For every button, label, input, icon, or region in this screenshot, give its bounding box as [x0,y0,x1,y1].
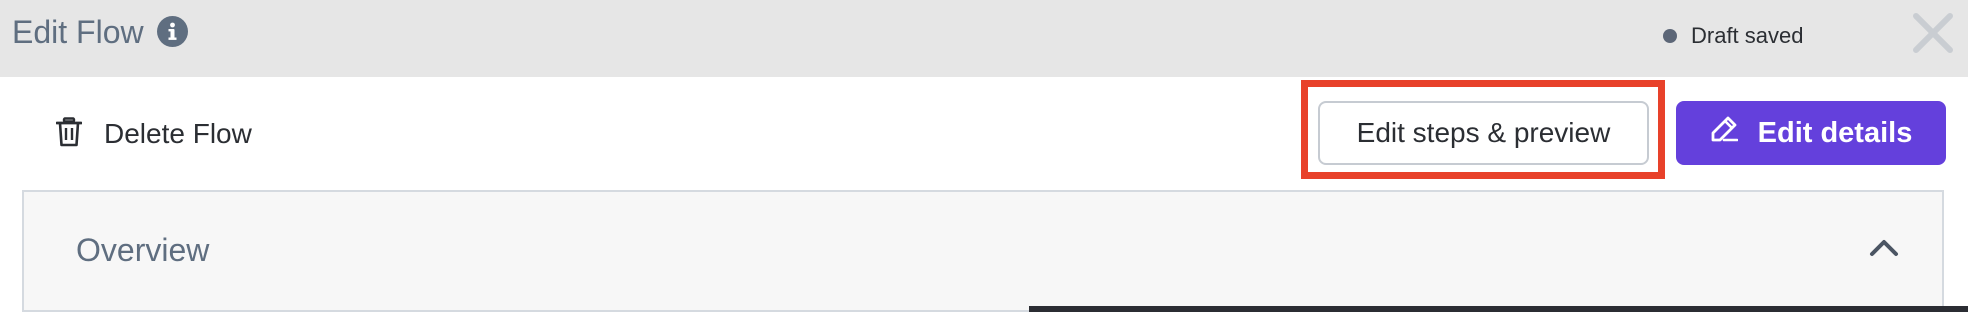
overview-panel: Overview [22,190,1944,312]
trash-icon [55,116,83,152]
delete-flow-button[interactable]: Delete Flow [55,112,252,156]
page-title: Edit Flow [12,14,144,50]
save-status: Draft saved [1663,22,1804,50]
close-icon[interactable] [1911,11,1955,55]
overview-title: Overview [76,232,210,268]
header-bar: Edit Flow Draft saved [0,0,1968,77]
chevron-up-icon[interactable] [1867,236,1901,260]
status-dot [1663,29,1677,43]
edit-details-label: Edit details [1757,116,1913,149]
overlay-edge [1029,306,1968,312]
delete-flow-label: Delete Flow [104,118,252,149]
edit-details-button[interactable]: Edit details [1676,101,1946,165]
info-icon[interactable] [157,16,188,47]
status-text: Draft saved [1691,23,1804,48]
pencil-icon [1710,115,1738,151]
edit-steps-preview-button[interactable]: Edit steps & preview [1318,101,1649,165]
